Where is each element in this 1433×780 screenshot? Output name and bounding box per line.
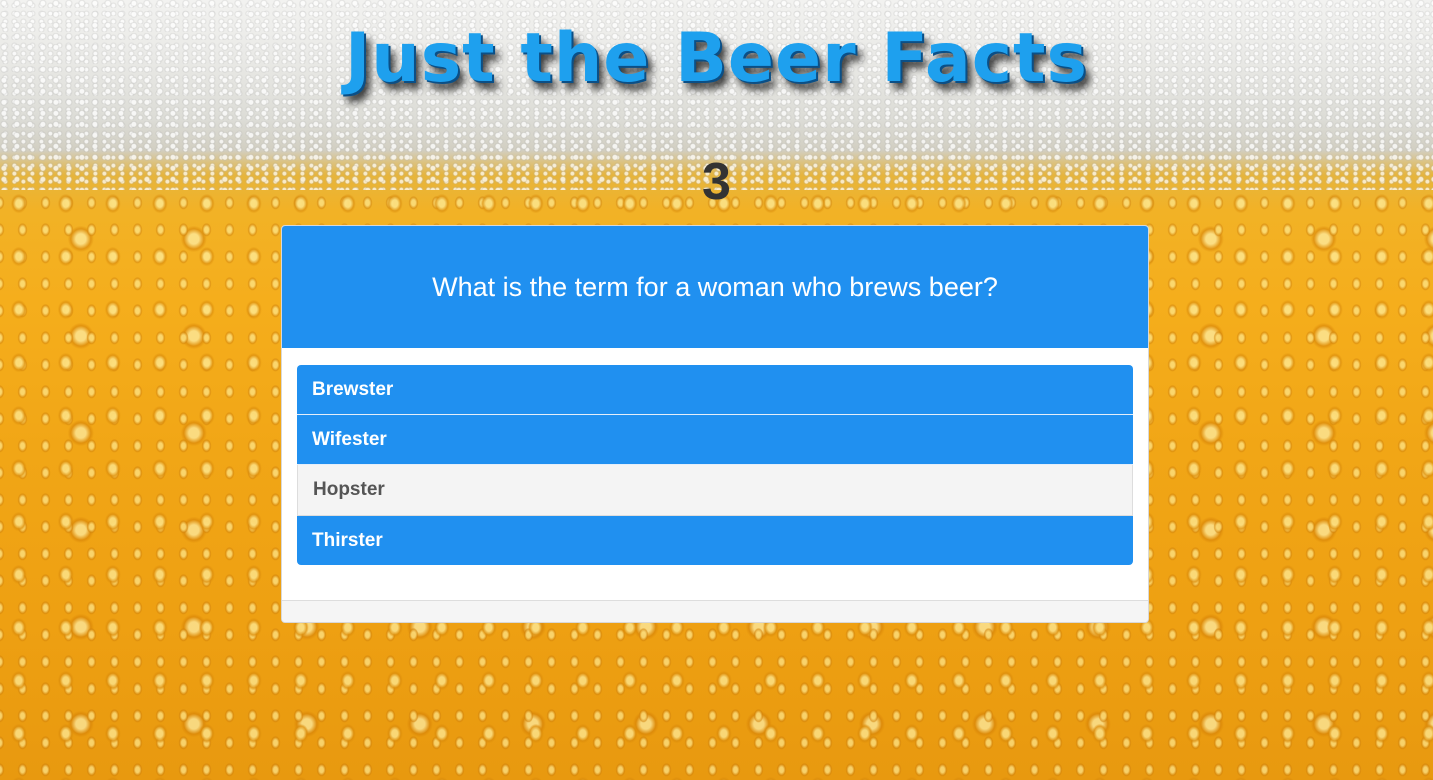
answer-option-thirster[interactable]: Thirster <box>297 516 1133 565</box>
answer-list: Brewster Wifester Hopster Thirster <box>297 365 1133 565</box>
question-counter: 3 <box>702 153 731 211</box>
answer-option-wifester[interactable]: Wifester <box>297 415 1133 465</box>
question-panel: What is the term for a woman who brews b… <box>281 225 1149 623</box>
answer-option-hopster[interactable]: Hopster <box>297 465 1133 516</box>
question-heading: What is the term for a woman who brews b… <box>282 226 1148 348</box>
panel-footer <box>282 600 1148 622</box>
question-text: What is the term for a woman who brews b… <box>432 271 998 302</box>
page-title: Just the Beer Facts <box>345 19 1088 98</box>
answer-option-brewster[interactable]: Brewster <box>297 365 1133 415</box>
